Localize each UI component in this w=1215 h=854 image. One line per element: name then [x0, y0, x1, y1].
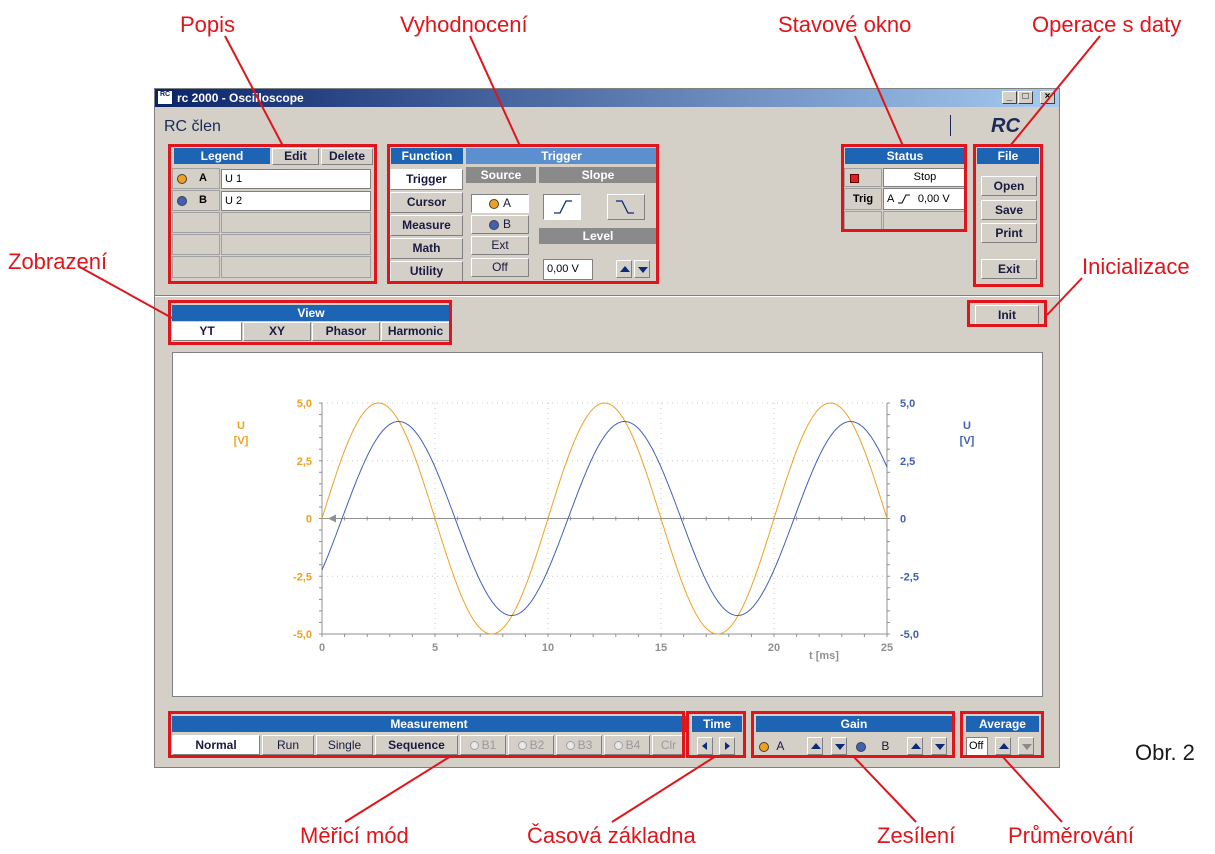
callout-zobrazeni: Zobrazení [8, 249, 108, 274]
y-right-unit: [V] [960, 435, 975, 447]
oscilloscope-chart: 5,0 2,5 0 -2,5 -5,0 5,0 2,5 0 -2,5 -5,0 0 5 10 15 20 25… [234, 398, 975, 662]
x-tick-label: 15 [655, 642, 667, 654]
highlight-status [841, 144, 967, 232]
callout-operace-s-daty: Operace s daty [1032, 12, 1182, 37]
y-left-label: U [237, 420, 245, 432]
experiment-name: RC člen [164, 118, 221, 135]
callout-zesileni: Zesílení [877, 823, 956, 848]
y-right-label: U [963, 420, 971, 432]
callout-inicializace: Inicializace [1082, 254, 1190, 279]
callout-casova-zakladna: Časová základna [527, 823, 696, 848]
x-axis-label: t [ms] [809, 650, 839, 662]
y-left-unit: [V] [234, 435, 249, 447]
y-right-tick-label: 0 [900, 514, 906, 526]
app-icon[interactable]: RC [157, 90, 173, 105]
y-right-tick-label: 2,5 [900, 456, 915, 468]
highlight-time [686, 711, 746, 758]
figure-number: Obr. 2 [1135, 740, 1195, 765]
highlight-measurement [168, 711, 685, 758]
callout-vyhodnoceni: Vyhodnocení [400, 12, 528, 37]
callout-prumerovani: Průměrování [1008, 823, 1134, 848]
highlight-file [973, 144, 1043, 287]
close-button[interactable]: × [1040, 91, 1055, 104]
y-right-tick-label: -5,0 [900, 629, 919, 641]
x-tick-label: 5 [432, 642, 438, 654]
callout-merici-mod: Měřicí mód [300, 823, 409, 848]
header-divider [950, 115, 951, 136]
x-tick-label: 20 [768, 642, 780, 654]
separator [155, 295, 1059, 297]
maximize-button[interactable]: □ [1018, 91, 1033, 104]
window-title: rc 2000 - Oscilloscope [177, 91, 304, 105]
trigger-marker-icon [328, 514, 336, 523]
minimize-button[interactable]: _ [1002, 91, 1017, 104]
callout-stavove-okno: Stavové okno [778, 12, 912, 37]
y-left-tick-label: 0 [306, 514, 312, 526]
highlight-gain [751, 711, 955, 758]
y-left-tick-label: 5,0 [297, 398, 312, 410]
highlight-legend [168, 144, 377, 284]
title-bar[interactable]: RC rc 2000 - Oscilloscope _ □ × [155, 89, 1059, 107]
highlight-view [168, 300, 452, 345]
highlight-init [967, 300, 1047, 327]
y-right-tick-label: 5,0 [900, 398, 915, 410]
y-right-tick-label: -2,5 [900, 571, 919, 583]
highlight-average [960, 711, 1044, 758]
rc-logo: RC [991, 115, 1020, 137]
highlight-trigger [387, 144, 659, 284]
x-tick-label: 10 [542, 642, 554, 654]
y-left-tick-label: 2,5 [297, 456, 312, 468]
y-left-tick-label: -5,0 [293, 629, 312, 641]
x-tick-label: 25 [881, 642, 893, 654]
callout-popis: Popis [180, 12, 236, 37]
y-left-tick-label: -2,5 [293, 571, 312, 583]
plot-area[interactable]: 5,0 2,5 0 -2,5 -5,0 5,0 2,5 0 -2,5 -5,0 0 5 10 15 20 25… [172, 352, 1043, 697]
x-tick-label: 0 [319, 642, 325, 654]
